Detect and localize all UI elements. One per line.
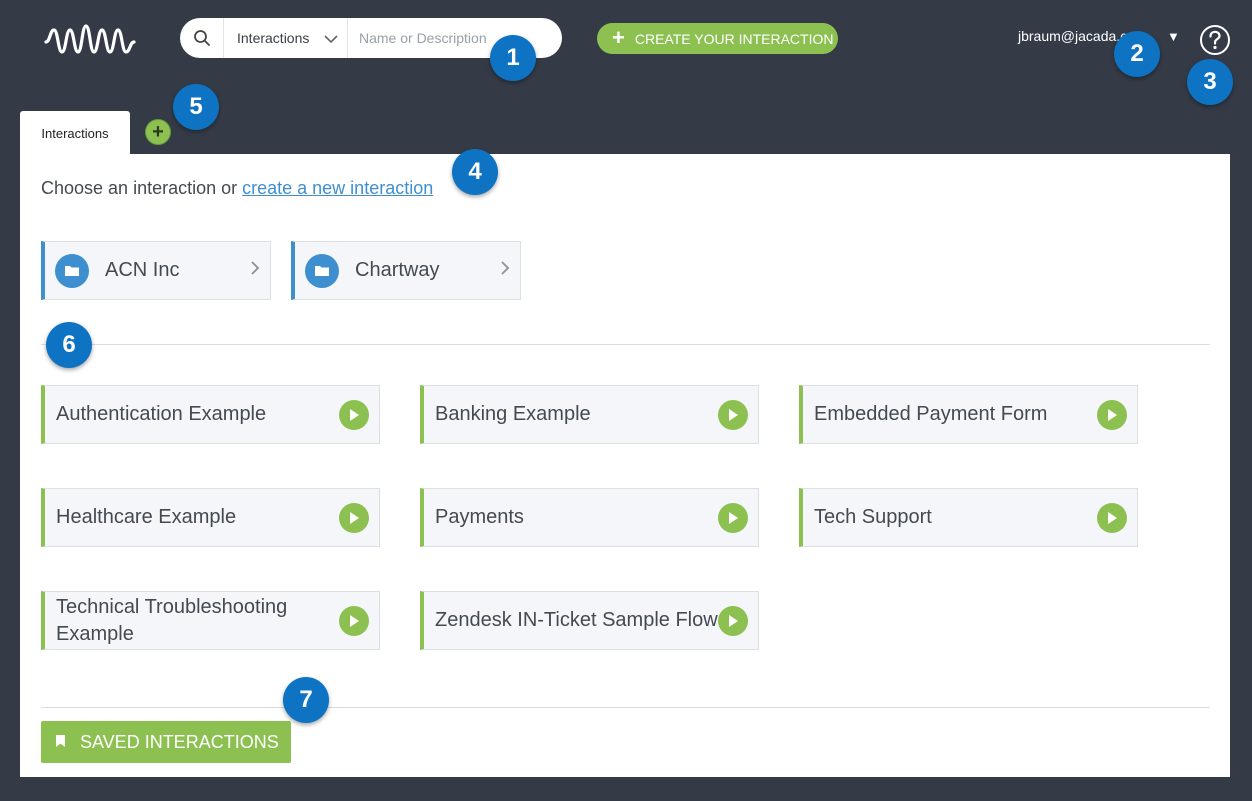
interaction-card[interactable]: Tech Support xyxy=(799,488,1138,547)
create-new-interaction-link[interactable]: create a new interaction xyxy=(242,178,433,198)
play-icon[interactable] xyxy=(718,399,748,430)
callout-marker: 3 xyxy=(1187,59,1233,105)
play-icon[interactable] xyxy=(339,399,369,430)
intro-text: Choose an interaction or create a new in… xyxy=(41,178,433,199)
folder-icon xyxy=(305,253,339,288)
interaction-card[interactable]: Authentication Example xyxy=(41,385,380,444)
add-tab-button[interactable]: + xyxy=(145,119,171,145)
interaction-label: Embedded Payment Form xyxy=(814,403,1048,425)
section-divider xyxy=(41,344,1210,345)
play-icon[interactable] xyxy=(339,502,369,533)
create-interaction-label: CREATE YOUR INTERACTION xyxy=(634,30,834,47)
intro-prefix: Choose an interaction or xyxy=(41,178,243,198)
interaction-card[interactable]: Banking Example xyxy=(420,385,759,444)
callout-marker: 7 xyxy=(283,677,329,723)
search-scope-dropdown[interactable]: Interactions xyxy=(224,18,348,58)
saved-interactions-button[interactable]: SAVED INTERACTIONS xyxy=(41,721,291,763)
user-menu-caret-icon[interactable]: ▼ xyxy=(1167,29,1180,44)
chevron-right-icon xyxy=(250,260,260,281)
play-icon[interactable] xyxy=(1097,399,1127,430)
interaction-card[interactable]: Embedded Payment Form xyxy=(799,385,1138,444)
app-logo[interactable] xyxy=(44,22,136,62)
play-icon[interactable] xyxy=(718,502,748,533)
callout-marker: 5 xyxy=(173,84,219,130)
folder-chartway[interactable]: Chartway xyxy=(291,241,521,300)
interaction-label: Healthcare Example xyxy=(56,506,237,528)
interaction-label: Banking Example xyxy=(435,403,591,425)
play-icon[interactable] xyxy=(339,605,369,636)
folder-acn-inc[interactable]: ACN Inc xyxy=(41,241,271,300)
interaction-label: Payments xyxy=(435,506,524,528)
tab-label: Interactions xyxy=(41,125,109,141)
plus-icon: + xyxy=(612,24,625,50)
chevron-down-icon xyxy=(324,31,338,47)
callout-marker: 2 xyxy=(1114,31,1160,77)
play-icon[interactable] xyxy=(718,605,748,636)
callout-marker: 1 xyxy=(490,35,536,81)
bookmark-icon xyxy=(55,732,66,753)
section-divider xyxy=(41,707,1210,708)
interaction-card[interactable]: Technical Troubleshooting Example xyxy=(41,591,380,650)
callout-marker: 4 xyxy=(452,149,498,195)
main-panel: Choose an interaction or create a new in… xyxy=(20,154,1230,777)
callout-marker: 6 xyxy=(46,322,92,368)
interaction-label: Technical Troubleshooting Example xyxy=(56,595,288,645)
folder-label: ACN Inc xyxy=(105,259,180,281)
help-icon[interactable] xyxy=(1199,24,1231,56)
tab-interactions[interactable]: Interactions xyxy=(20,111,130,155)
create-interaction-button[interactable]: + CREATE YOUR INTERACTION xyxy=(597,23,838,54)
user-email[interactable]: jbraum@jacada.c xyxy=(1018,28,1127,44)
search-scope-label: Interactions xyxy=(237,30,310,46)
interaction-card[interactable]: Zendesk IN-Ticket Sample Flow xyxy=(420,591,759,650)
play-icon[interactable] xyxy=(1097,502,1127,533)
interaction-label: Zendesk IN-Ticket Sample Flow xyxy=(435,609,718,631)
interaction-label: Authentication Example xyxy=(56,403,267,425)
folder-icon xyxy=(55,253,89,288)
interaction-label: Tech Support xyxy=(814,506,932,528)
interaction-card[interactable]: Healthcare Example xyxy=(41,488,380,547)
chevron-right-icon xyxy=(500,260,510,281)
interaction-card[interactable]: Payments xyxy=(420,488,759,547)
folder-label: Chartway xyxy=(355,259,440,281)
saved-interactions-label: SAVED INTERACTIONS xyxy=(80,731,279,752)
search-icon[interactable] xyxy=(180,18,224,58)
